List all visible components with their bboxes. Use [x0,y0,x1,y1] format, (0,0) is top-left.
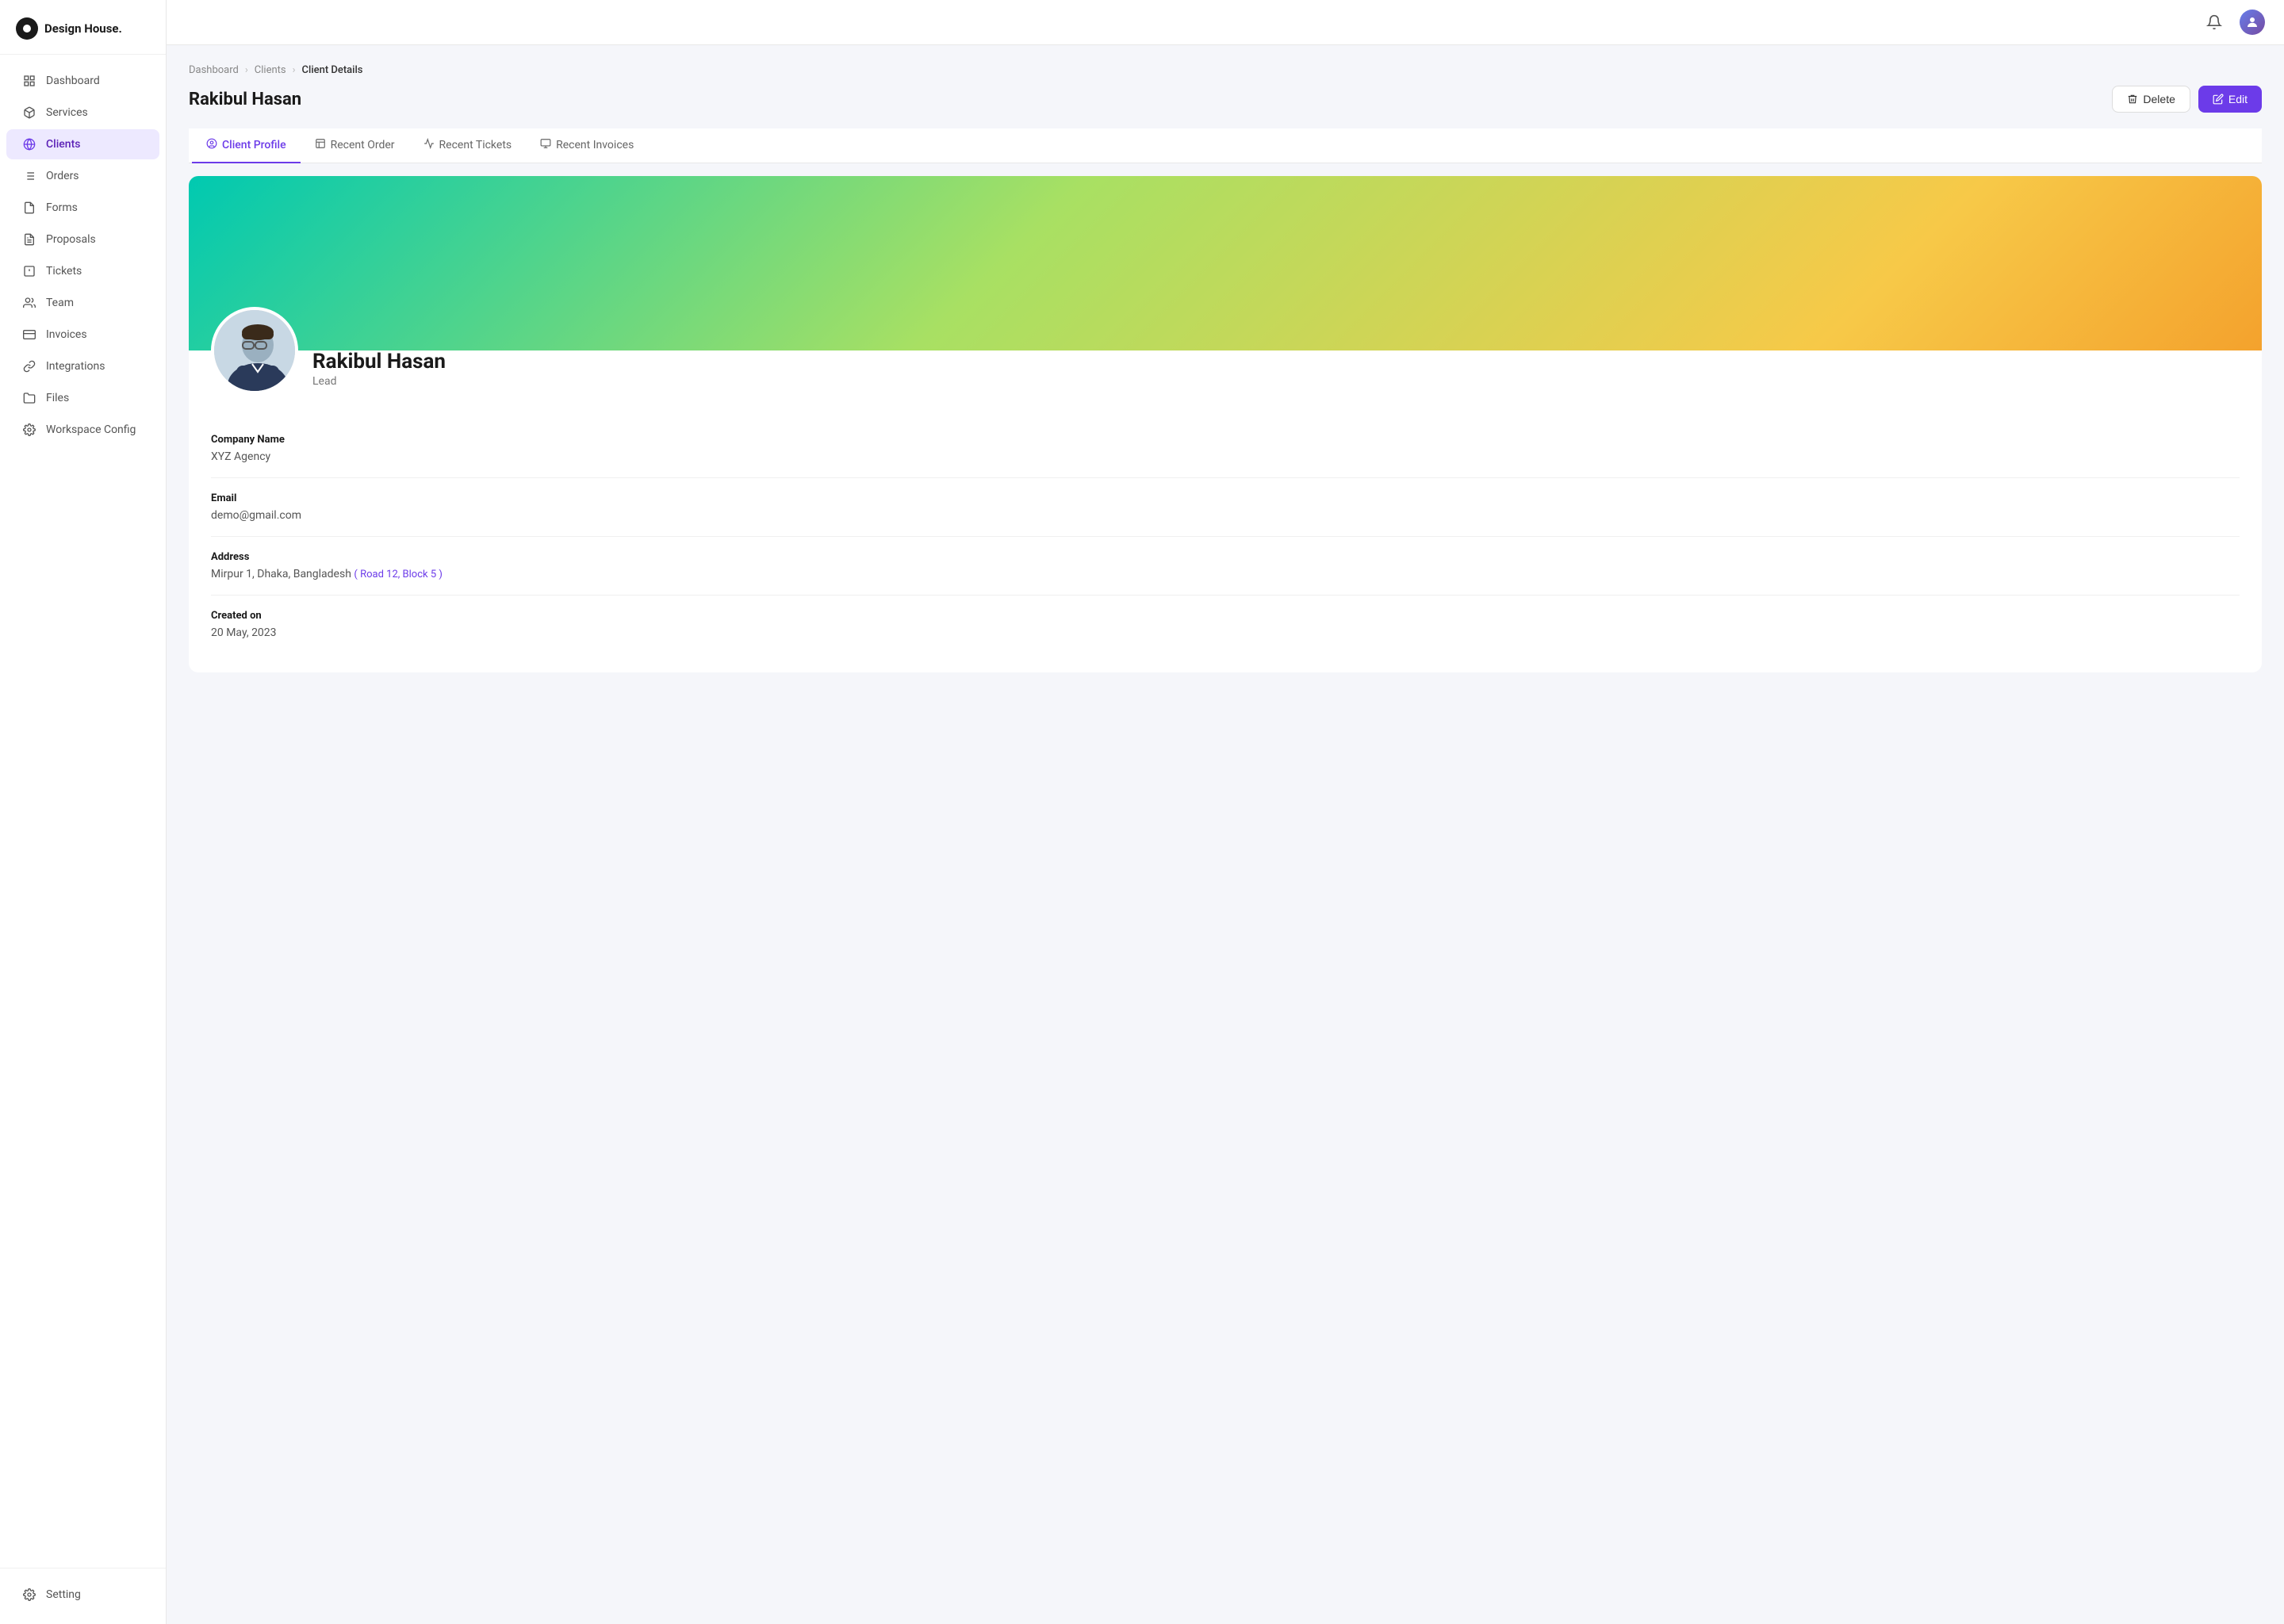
sidebar-item-integrations-label: Integrations [46,360,105,373]
sidebar-item-team-label: Team [46,297,74,309]
detail-value-0: XYZ Agency [211,450,2240,463]
sidebar-item-proposals-label: Proposals [46,233,96,246]
profile-info-row: Rakibul Hasan Lead [189,307,2262,413]
profile-name: Rakibul Hasan [312,350,446,373]
proposals-icon [22,232,36,247]
sidebar-item-dashboard-label: Dashboard [46,75,100,87]
tab-tickets-icon [423,138,435,152]
sidebar-item-clients[interactable]: Clients [6,129,159,159]
profile-name-section: Rakibul Hasan Lead [312,350,446,394]
dashboard-icon [22,74,36,88]
breadcrumb-sep-1: › [245,64,248,76]
breadcrumb-current: Client Details [302,64,363,76]
sidebar-item-proposals[interactable]: Proposals [6,224,159,255]
delete-icon [2127,94,2138,105]
sidebar-item-setting-label: Setting [46,1588,81,1601]
edit-button[interactable]: Edit [2198,86,2262,113]
tab-client-profile-label: Client Profile [222,139,286,151]
sidebar-item-services-label: Services [46,106,88,119]
main-content: Dashboard › Clients › Client Details Rak… [167,0,2284,1624]
files-icon [22,391,36,405]
tab-order-icon [315,138,326,152]
detail-row-3: Created on 20 May, 2023 [211,596,2240,653]
sidebar-item-files[interactable]: Files [6,383,159,413]
topbar [167,0,2284,45]
tab-profile-icon [206,138,217,152]
tab-recent-invoices-label: Recent Invoices [556,139,634,151]
orders-icon [22,169,36,183]
sidebar-item-dashboard[interactable]: Dashboard [6,66,159,96]
tab-recent-order[interactable]: Recent Order [301,128,409,163]
sidebar-logo[interactable]: Design House. [0,0,166,55]
sidebar-item-setting[interactable]: Setting [6,1580,159,1610]
tab-recent-order-label: Recent Order [331,139,395,151]
logo-text: Design House. [44,21,122,36]
services-icon [22,105,36,120]
sidebar-bottom: Setting [0,1568,166,1624]
tab-recent-tickets[interactable]: Recent Tickets [409,128,527,163]
team-icon [22,296,36,310]
detail-value-3: 20 May, 2023 [211,626,2240,639]
sidebar-item-integrations[interactable]: Integrations [6,351,159,381]
sidebar-item-invoices-label: Invoices [46,328,87,341]
setting-icon [22,1588,36,1602]
detail-label-1: Email [211,492,2240,504]
page-title: Rakibul Hasan [189,90,301,109]
profile-avatar [211,307,298,394]
detail-label-3: Created on [211,610,2240,622]
integrations-icon [22,359,36,373]
delete-button[interactable]: Delete [2112,86,2190,113]
sidebar-item-workspace-config[interactable]: Workspace Config [6,415,159,445]
detail-row-1: Email demo@gmail.com [211,478,2240,537]
sidebar-nav: Dashboard Services Clients Orders Forms Propo… [0,55,166,1568]
detail-row-2: Address Mirpur 1, Dhaka, Bangladesh ( Roa… [211,537,2240,596]
header-actions: Delete Edit [2112,86,2262,113]
detail-label-0: Company Name [211,434,2240,446]
clients-icon [22,137,36,151]
invoices-icon [22,327,36,342]
tab-recent-invoices[interactable]: Recent Invoices [526,128,648,163]
sidebar: Design House. Dashboard Services Clients Or… [0,0,167,1624]
detail-label-2: Address [211,551,2240,563]
tab-recent-tickets-label: Recent Tickets [439,139,512,151]
sidebar-item-tickets-label: Tickets [46,265,82,278]
tab-client-profile[interactable]: Client Profile [192,128,301,163]
sidebar-item-clients-label: Clients [46,138,80,151]
user-avatar[interactable] [2240,10,2265,35]
sidebar-item-forms[interactable]: Forms [6,193,159,223]
forms-icon [22,201,36,215]
breadcrumb-dashboard[interactable]: Dashboard [189,64,239,76]
detail-value-1: demo@gmail.com [211,509,2240,522]
sidebar-item-workspace-config-label: Workspace Config [46,423,136,436]
tab-invoices-icon [540,138,551,152]
detail-value-extra-2: ( Road 12, Block 5 ) [354,569,442,580]
sidebar-item-files-label: Files [46,392,69,404]
tickets-icon [22,264,36,278]
edit-icon [2213,94,2224,105]
sidebar-item-orders-label: Orders [46,170,79,182]
detail-row-0: Company Name XYZ Agency [211,419,2240,478]
sidebar-item-team[interactable]: Team [6,288,159,318]
breadcrumb-sep-2: › [293,64,296,76]
breadcrumb-clients[interactable]: Clients [255,64,286,76]
sidebar-item-orders[interactable]: Orders [6,161,159,191]
logo-icon [16,17,38,40]
sidebar-item-invoices[interactable]: Invoices [6,320,159,350]
detail-value-2: Mirpur 1, Dhaka, Bangladesh ( Road 12, B… [211,568,2240,580]
avatar-image [214,310,298,394]
page-header: Rakibul Hasan Delete Edit [189,86,2262,113]
profile-card: Rakibul Hasan Lead Company Name XYZ Agenc… [189,176,2262,672]
profile-details: Company Name XYZ Agency Email demo@gmail.co… [189,413,2262,672]
sidebar-item-forms-label: Forms [46,201,78,214]
breadcrumb: Dashboard › Clients › Client Details [189,64,2262,76]
sidebar-item-services[interactable]: Services [6,98,159,128]
profile-role: Lead [312,375,446,388]
workspace-config-icon [22,423,36,437]
tabs-bar: Client Profile Recent Order Recent Ticke… [189,128,2262,163]
notification-icon[interactable] [2202,10,2227,35]
sidebar-item-tickets[interactable]: Tickets [6,256,159,286]
content-area: Dashboard › Clients › Client Details Rak… [167,45,2284,1624]
